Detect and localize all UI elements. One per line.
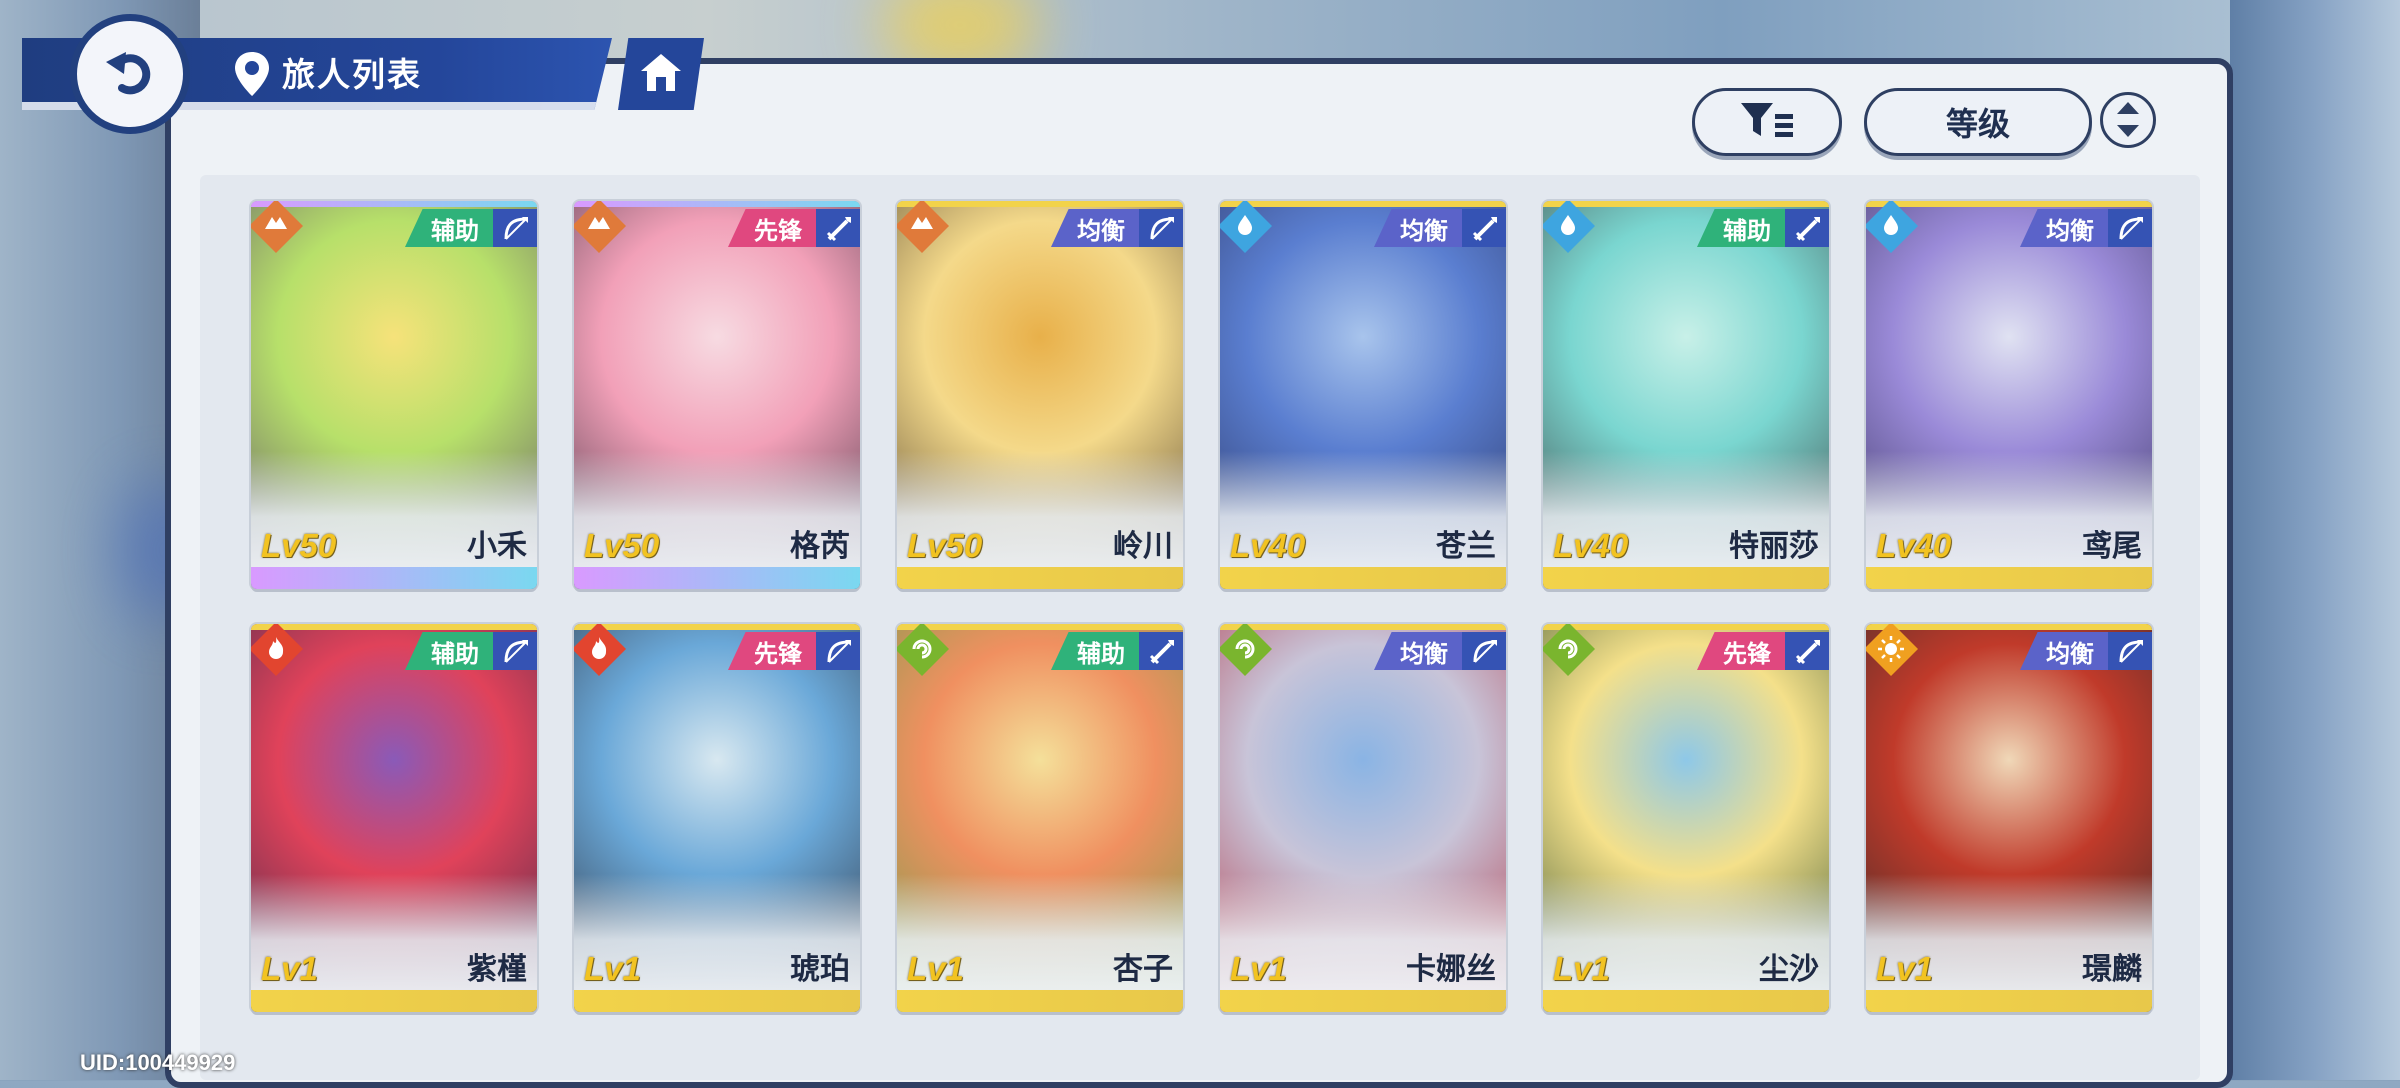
filter-icon	[1739, 100, 1795, 144]
rarity-bottom-bar	[1866, 567, 2152, 589]
card-level: Lv50	[907, 527, 983, 564]
card-name: 杏子	[1113, 952, 1173, 987]
weapon-bow-icon	[493, 632, 537, 670]
card-level: Lv1	[584, 950, 641, 987]
character-card[interactable]: 先锋 Lv1 琥珀	[574, 624, 860, 1012]
card-name: 岭川	[1113, 529, 1173, 564]
card-level: Lv1	[261, 950, 318, 987]
rarity-bottom-bar	[897, 567, 1183, 589]
card-name: 卡娜丝	[1406, 952, 1496, 987]
back-arrow-icon	[100, 42, 160, 106]
weapon-bow-icon	[493, 209, 537, 247]
weapon-sword-icon	[1785, 632, 1829, 670]
rarity-top-bar	[1866, 201, 2152, 207]
card-level: Lv40	[1553, 527, 1629, 564]
sort-down-icon	[2117, 122, 2139, 141]
character-card[interactable]: 均衡 Lv40 鸢尾	[1866, 201, 2152, 589]
rarity-top-bar	[897, 201, 1183, 207]
rarity-top-bar	[1866, 624, 2152, 630]
weapon-sword-icon	[816, 209, 860, 247]
character-card[interactable]: 均衡 Lv1 卡娜丝	[1220, 624, 1506, 1012]
character-card[interactable]: 辅助 Lv1 杏子	[897, 624, 1183, 1012]
card-level: Lv1	[1230, 950, 1287, 987]
rarity-bottom-bar	[1543, 990, 1829, 1012]
card-level: Lv40	[1876, 527, 1952, 564]
rarity-bottom-bar	[251, 567, 537, 589]
weapon-sword-icon	[1785, 209, 1829, 247]
weapon-bow-icon	[2108, 209, 2152, 247]
rarity-top-bar	[1543, 624, 1829, 630]
character-card[interactable]: 辅助 Lv40 特丽莎	[1543, 201, 1829, 589]
card-level: Lv1	[1876, 950, 1933, 987]
character-card[interactable]: 均衡 Lv50 岭川	[897, 201, 1183, 589]
card-name: 小禾	[467, 529, 527, 564]
rarity-top-bar	[897, 624, 1183, 630]
character-card[interactable]: 辅助 Lv50 小禾	[251, 201, 537, 589]
weapon-bow-icon	[2108, 632, 2152, 670]
rarity-top-bar	[1543, 201, 1829, 207]
rarity-bottom-bar	[574, 990, 860, 1012]
character-card[interactable]: 先锋 Lv1 尘沙	[1543, 624, 1829, 1012]
weapon-sword-icon	[1139, 632, 1183, 670]
home-button[interactable]	[618, 38, 704, 110]
card-level: Lv1	[907, 950, 964, 987]
card-level: Lv50	[261, 527, 337, 564]
card-level: Lv1	[1553, 950, 1610, 987]
rarity-top-bar	[574, 201, 860, 207]
rarity-bottom-bar	[897, 990, 1183, 1012]
location-pin-icon	[232, 50, 272, 102]
rarity-top-bar	[251, 624, 537, 630]
back-button[interactable]	[70, 14, 190, 134]
weapon-bow-icon	[1462, 632, 1506, 670]
rarity-top-bar	[251, 201, 537, 207]
character-card[interactable]: 先锋 Lv50 格芮	[574, 201, 860, 589]
card-level: Lv50	[584, 527, 660, 564]
rarity-bottom-bar	[1543, 567, 1829, 589]
card-name: 格芮	[790, 529, 850, 564]
filter-button[interactable]	[1692, 88, 1842, 156]
card-name: 紫槿	[467, 952, 527, 987]
card-level: Lv40	[1230, 527, 1306, 564]
uid-label: UID:100449929	[80, 1050, 236, 1075]
sort-by-dropdown[interactable]: 等级	[1864, 88, 2092, 156]
character-card[interactable]: 均衡 Lv1 璟麟	[1866, 624, 2152, 1012]
rarity-bottom-bar	[1866, 990, 2152, 1012]
rarity-bottom-bar	[1220, 567, 1506, 589]
card-name: 尘沙	[1759, 952, 1819, 987]
card-name: 鸢尾	[2082, 529, 2142, 564]
card-name: 璟麟	[2082, 952, 2142, 987]
character-card[interactable]: 辅助 Lv1 紫槿	[251, 624, 537, 1012]
character-card[interactable]: 均衡 Lv40 苍兰	[1220, 201, 1506, 589]
card-name: 特丽莎	[1729, 529, 1819, 564]
rarity-top-bar	[1220, 624, 1506, 630]
rarity-bottom-bar	[251, 990, 537, 1012]
weapon-bow-icon	[816, 632, 860, 670]
home-icon	[639, 51, 683, 97]
page-title: 旅人列表	[282, 55, 422, 94]
rarity-top-bar	[1220, 201, 1506, 207]
weapon-sword-icon	[1462, 209, 1506, 247]
rarity-bottom-bar	[574, 567, 860, 589]
sort-up-icon	[2117, 99, 2139, 118]
background-right	[2230, 0, 2400, 1080]
sort-order-toggle[interactable]	[2100, 92, 2156, 148]
card-name: 苍兰	[1436, 529, 1496, 564]
card-name: 琥珀	[790, 952, 850, 987]
weapon-bow-icon	[1139, 209, 1183, 247]
rarity-bottom-bar	[1220, 990, 1506, 1012]
rarity-top-bar	[574, 624, 860, 630]
